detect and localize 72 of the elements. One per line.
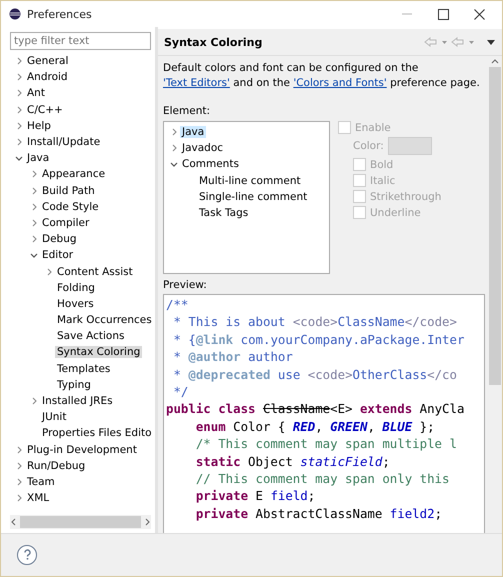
scroll-right-icon[interactable] xyxy=(143,518,151,526)
code-line: */ xyxy=(172,383,190,400)
code-line: /** xyxy=(166,296,190,314)
preference-link[interactable]: 'Text Editors' xyxy=(163,77,230,89)
tree-item[interactable]: Typing xyxy=(55,378,93,391)
scroll-up-icon[interactable] xyxy=(491,58,499,64)
tree-item[interactable]: Content Assist xyxy=(55,266,135,278)
tree-item[interactable]: Help xyxy=(25,120,53,132)
code-line: private E field; xyxy=(194,487,316,505)
tree-item[interactable]: Editor xyxy=(40,249,76,262)
code-line: static Object staticField; xyxy=(194,452,391,470)
checkbox-label: Underline xyxy=(370,206,421,218)
tree-item[interactable]: Mark Occurrences xyxy=(55,314,154,326)
code-line: /* This comment may span multiple l xyxy=(194,435,458,453)
code-line: * @deprecated use <code>OtherClass</co xyxy=(172,366,458,384)
tree-item[interactable]: Debug xyxy=(40,233,79,246)
code-line: enum Color { RED, GREEN, BLUE }; xyxy=(194,418,436,436)
tree-item[interactable]: Build Path xyxy=(40,184,97,197)
tree-item[interactable]: General xyxy=(25,55,70,68)
checkbox-label: Bold xyxy=(370,158,394,170)
maximize-icon xyxy=(438,8,448,20)
tree-item[interactable]: Team xyxy=(25,476,57,488)
tree-item[interactable]: Properties Files Edito xyxy=(40,427,154,440)
window-title: Preferences xyxy=(27,8,93,20)
code-line: // This comment may span only this xyxy=(194,470,450,488)
code-line: * @author author xyxy=(172,348,294,366)
checkbox-label: Italic xyxy=(370,174,396,186)
scroll-left-icon[interactable] xyxy=(10,518,18,526)
tree-item[interactable]: Ant xyxy=(25,87,47,100)
tree-item[interactable]: XML xyxy=(25,492,52,504)
tree-item[interactable]: Install/Update xyxy=(25,136,102,148)
app-logo-icon xyxy=(9,8,21,20)
tree-item[interactable]: Android xyxy=(25,71,70,84)
tree-item[interactable]: Save Actions xyxy=(55,330,126,342)
tree-item[interactable]: Javadoc xyxy=(180,142,226,154)
tree-item[interactable]: Multi-line comment xyxy=(197,174,303,187)
description-text: Default colors and font can be configured on the 'Text Editors' and on the 'Colors and Fonts' preference page. xyxy=(163,61,481,91)
tree-item[interactable]: Comments xyxy=(180,158,241,170)
preference-link[interactable]: 'Colors and Fonts' xyxy=(293,77,387,89)
tree-item[interactable]: Code Style xyxy=(40,200,101,213)
preview-label: Preview: xyxy=(163,279,208,291)
tree-item[interactable]: Appearance xyxy=(40,168,108,180)
page-title: Syntax Coloring xyxy=(164,36,264,48)
minimize-icon xyxy=(402,13,412,15)
tree-item[interactable]: Syntax Coloring xyxy=(55,346,142,358)
tree-item[interactable]: Run/Debug xyxy=(25,460,88,472)
checkbox-label: Strikethrough xyxy=(370,190,442,202)
checkbox-label: Enable xyxy=(355,122,391,134)
tree-item[interactable]: Task Tags xyxy=(197,207,250,220)
tree-item[interactable]: Compiler xyxy=(40,216,92,229)
tree-item[interactable]: Hovers xyxy=(55,298,96,310)
tree-item[interactable]: Folding xyxy=(55,282,97,294)
code-line: public class ClassName<E> extends AnyCla xyxy=(166,400,466,418)
tree-item[interactable]: Java xyxy=(25,152,52,164)
horizontal-scrollbar[interactable] xyxy=(10,515,151,529)
color-label: Color: xyxy=(353,140,384,152)
help-button[interactable] xyxy=(17,545,37,565)
code-line: * {@link com.yourCompany.aPackage.Inter xyxy=(172,330,466,348)
tree-item[interactable]: JUnit xyxy=(40,411,68,424)
color-swatch[interactable] xyxy=(388,137,432,155)
tree-item[interactable]: Plug-in Development xyxy=(25,444,139,456)
tree-item[interactable]: C/C++ xyxy=(25,104,65,116)
code-line: * This is about <code>ClassName</code> xyxy=(172,313,458,331)
tree-item[interactable]: Templates xyxy=(55,362,112,375)
tree-item[interactable]: Single-line comment xyxy=(197,190,310,203)
tree-item[interactable]: Java xyxy=(180,126,206,138)
tree-item[interactable]: Installed JREs xyxy=(40,395,115,408)
code-line: private AbstractClassName field2; xyxy=(194,504,444,522)
close-icon xyxy=(474,8,484,20)
navigation-arrows-icon[interactable] xyxy=(424,37,496,47)
filter-field[interactable]: type filter text xyxy=(10,32,151,50)
element-label: Element: xyxy=(163,105,212,117)
